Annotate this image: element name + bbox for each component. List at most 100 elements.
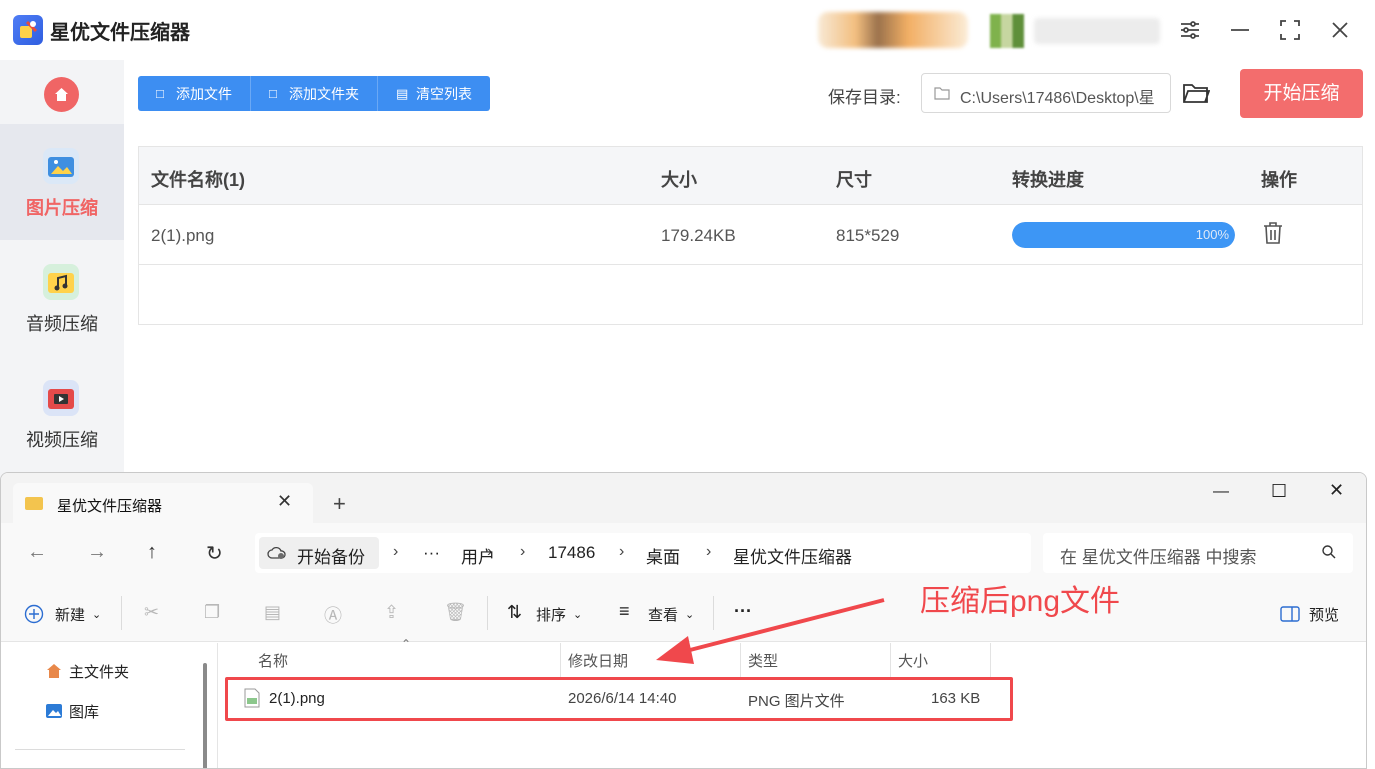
folder-icon xyxy=(934,87,950,100)
explorer-command-bar: 新建 ⌄ ✂ ❐ ▤ Ⓐ ⇪ 🗑 ⇅ 排序 ⌄ ≡ 查看 ⌄ ··· 预览 xyxy=(1,584,1366,642)
table-row[interactable]: 2(1).png 179.24KB 815*529 100% xyxy=(139,205,1362,265)
maximize-icon[interactable] xyxy=(1278,18,1302,42)
col-header-dimensions: 尺寸 xyxy=(836,170,872,190)
view-icon: ≡ xyxy=(619,601,630,621)
new-plus-icon xyxy=(24,604,44,624)
search-input[interactable]: 在 星优文件压缩器 中搜索 xyxy=(1043,533,1353,573)
clear-list-button[interactable]: ▤ 清空列表 xyxy=(378,76,490,111)
app-titlebar: 星优文件压缩器 xyxy=(0,0,1375,60)
divider xyxy=(487,596,488,630)
paste-icon[interactable]: ▤ xyxy=(264,602,281,623)
avatar[interactable] xyxy=(990,14,1024,48)
start-compress-button[interactable]: 开始压缩 xyxy=(1240,69,1363,118)
nav-item-label: 图库 xyxy=(69,704,100,721)
explorer-tabbar: 星优文件压缩器 ✕ + — ☐ ✕ xyxy=(1,473,1366,523)
copy-icon[interactable]: ❐ xyxy=(204,602,220,623)
breadcrumb-ellipsis[interactable]: ··· xyxy=(423,543,440,563)
progress-bar: 100% xyxy=(1012,222,1235,248)
column-divider[interactable] xyxy=(890,643,891,677)
sidebar-item-image-compress[interactable]: 图片压缩 xyxy=(0,124,124,240)
file-dimensions-cell: 815*529 xyxy=(836,226,900,245)
minimize-icon[interactable]: — xyxy=(1213,483,1229,501)
close-icon[interactable] xyxy=(1328,18,1352,42)
col-header-type[interactable]: 类型 xyxy=(748,650,778,671)
divider xyxy=(121,596,122,630)
search-icon xyxy=(1322,545,1336,559)
sidebar-item-label: 视频压缩 xyxy=(26,430,98,450)
sidebar-item-audio-compress[interactable]: 音频压缩 xyxy=(0,240,124,356)
col-header-modified[interactable]: 修改日期 xyxy=(568,650,628,671)
chevron-down-icon: ⌄ xyxy=(685,609,695,621)
refresh-icon[interactable]: ↻ xyxy=(206,541,223,566)
add-file-button[interactable]: □ 添加文件 xyxy=(138,76,251,111)
close-icon[interactable]: ✕ xyxy=(1329,480,1344,501)
up-icon[interactable]: ↑ xyxy=(147,541,157,564)
column-divider[interactable] xyxy=(740,643,741,677)
chevron-right-icon: › xyxy=(619,543,625,560)
home-button[interactable] xyxy=(44,77,79,112)
explorer-tab[interactable]: 星优文件压缩器 ✕ xyxy=(13,483,313,523)
annotation-label: 压缩后png文件 xyxy=(920,585,1121,618)
back-icon[interactable]: ← xyxy=(27,541,47,564)
cloud-backup-icon xyxy=(267,546,286,559)
rename-icon[interactable]: Ⓐ xyxy=(324,602,342,628)
breadcrumb-user-folder[interactable]: 17486 xyxy=(548,543,595,563)
maximize-icon[interactable]: ☐ xyxy=(1271,481,1287,502)
file-size-cell: 179.24KB xyxy=(661,226,736,245)
image-icon xyxy=(43,148,79,184)
preview-pane-icon xyxy=(1280,606,1300,622)
clear-list-label: 清空列表 xyxy=(416,85,472,102)
divider xyxy=(15,749,185,750)
png-file-icon xyxy=(244,688,260,708)
breadcrumb[interactable]: 开始备份 › ··· › 用户 › 17486 › 桌面 › 星优文件压缩器 xyxy=(255,533,1031,573)
sidebar-item-video-compress[interactable]: 视频压缩 xyxy=(0,356,124,472)
folder-open-icon[interactable] xyxy=(1182,80,1210,106)
col-header-action: 操作 xyxy=(1261,170,1297,190)
save-dir-input[interactable]: C:\Users\17486\Desktop\星 xyxy=(921,73,1171,113)
forward-icon[interactable]: → xyxy=(87,541,107,564)
breadcrumb-desktop[interactable]: 桌面 xyxy=(646,543,680,568)
nav-item-gallery[interactable]: 图库 xyxy=(45,701,99,722)
breadcrumb-current[interactable]: 星优文件压缩器 xyxy=(733,543,852,568)
add-folder-button[interactable]: □ 添加文件夹 xyxy=(251,76,378,111)
preview-button[interactable]: 预览 xyxy=(1309,604,1339,625)
col-header-size[interactable]: 大小 xyxy=(898,650,928,671)
breadcrumb-backup[interactable]: 开始备份 xyxy=(297,543,365,568)
file-modified: 2026/6/14 14:40 xyxy=(568,690,677,707)
breadcrumb-users[interactable]: 用户 xyxy=(461,543,495,568)
view-button[interactable]: 查看 xyxy=(648,604,678,625)
minimize-icon[interactable] xyxy=(1228,18,1252,42)
file-type: PNG 图片文件 xyxy=(748,693,845,710)
sidebar: 图片压缩 音频压缩 视频压缩 xyxy=(0,60,124,480)
home-icon xyxy=(55,88,68,101)
progress-label: 100% xyxy=(1195,227,1229,242)
new-tab-icon[interactable]: + xyxy=(333,491,346,517)
share-icon[interactable]: ⇪ xyxy=(384,602,399,623)
save-dir-path: C:\Users\17486\Desktop\星 xyxy=(960,90,1155,107)
col-header-name[interactable]: 名称 xyxy=(258,650,288,671)
pane-splitter[interactable] xyxy=(217,643,218,768)
sort-button[interactable]: 排序 xyxy=(536,604,566,625)
cut-icon[interactable]: ✂ xyxy=(144,602,159,623)
delete-icon[interactable] xyxy=(1262,221,1284,245)
blurred-username xyxy=(1034,18,1160,44)
nav-pane-scrollbar[interactable] xyxy=(203,663,207,768)
column-divider[interactable] xyxy=(560,643,561,677)
list-item[interactable]: 2(1).png 2026/6/14 14:40 PNG 图片文件 163 KB xyxy=(226,678,1012,720)
new-button[interactable]: 新建 xyxy=(55,604,85,625)
col-header-size: 大小 xyxy=(661,170,697,190)
save-dir-label: 保存目录: xyxy=(828,88,901,107)
chevron-right-icon: › xyxy=(393,543,399,560)
search-placeholder: 在 星优文件压缩器 中搜索 xyxy=(1060,548,1257,567)
gallery-icon xyxy=(46,704,62,718)
folder-icon xyxy=(25,497,43,510)
tab-close-icon[interactable]: ✕ xyxy=(277,491,292,512)
file-name: 2(1).png xyxy=(269,690,325,707)
column-divider[interactable] xyxy=(990,643,991,677)
nav-item-home[interactable]: 主文件夹 xyxy=(45,661,129,682)
delete-icon[interactable]: 🗑 xyxy=(444,602,467,623)
more-options-button[interactable]: ··· xyxy=(734,601,752,622)
sidebar-item-label: 音频压缩 xyxy=(26,314,98,334)
explorer-tab-title: 星优文件压缩器 xyxy=(57,498,163,515)
settings-sliders-icon[interactable] xyxy=(1178,18,1202,42)
